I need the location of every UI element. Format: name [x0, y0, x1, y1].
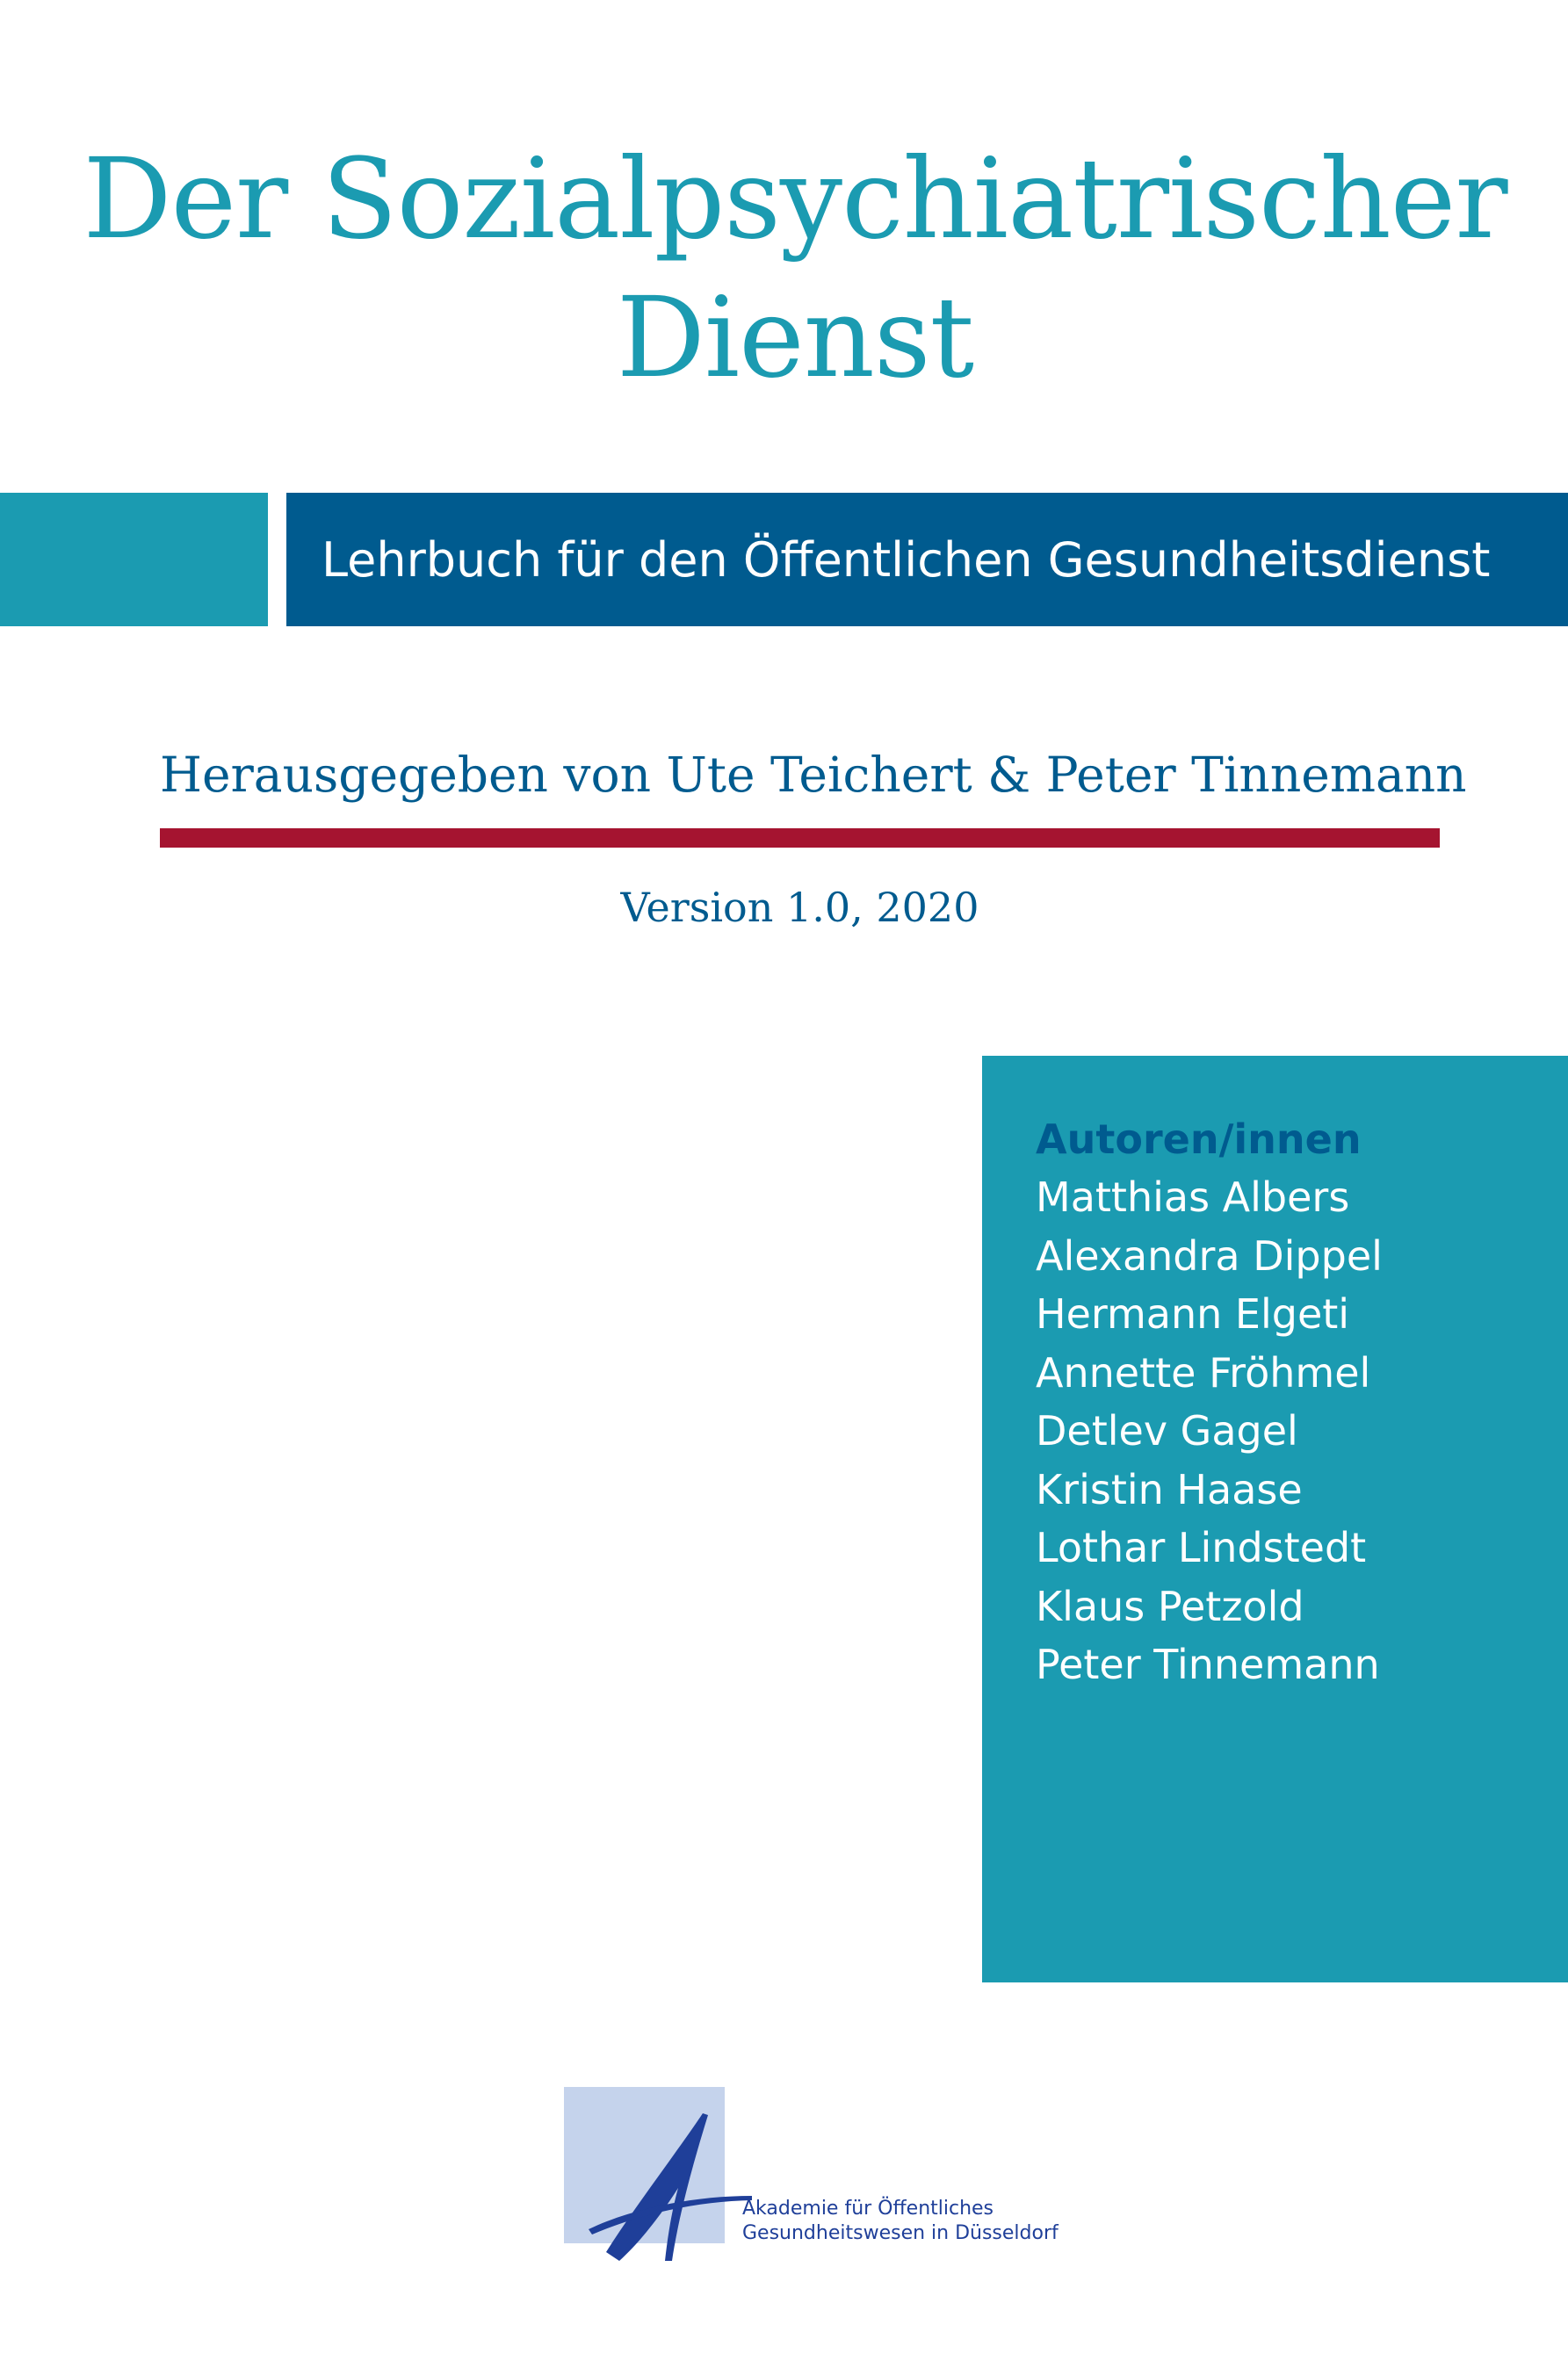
subtitle-band-accent [0, 493, 268, 626]
akademie-a-logo-icon [589, 2113, 752, 2261]
author-name: Klaus Petzold [1036, 1582, 1304, 1630]
author-name: Lothar Lindstedt [1036, 1524, 1367, 1571]
publisher-name-line-1: Akademie für Öffentliches [742, 2198, 994, 2220]
author-name: Kristin Haase [1036, 1465, 1303, 1513]
authors-panel: Autoren/innen Matthias Albers Alexandra … [982, 1056, 1568, 1982]
publisher-name: Akademie für Öffentliches Gesundheitswes… [742, 2197, 1059, 2246]
author-name: Annette Fröhmel [1036, 1348, 1371, 1397]
authors-heading: Autoren/innen [1036, 1116, 1362, 1163]
publisher-name-line-2: Gesundheitswesen in Düsseldorf [742, 2222, 1059, 2244]
author-name: Detlev Gagel [1036, 1407, 1298, 1455]
author-name: Hermann Elgeti [1036, 1290, 1350, 1338]
divider-rule [160, 828, 1440, 848]
author-name: Alexandra Dippel [1036, 1231, 1383, 1280]
version-line: Version 1.0, 2020 [620, 884, 979, 931]
author-name: Matthias Albers [1036, 1173, 1350, 1221]
author-name: Peter Tinnemann [1036, 1641, 1380, 1688]
book-title-line-2: Dienst [616, 273, 974, 402]
editors-line: Herausgegeben von Ute Teichert & Peter T… [160, 747, 1467, 803]
subtitle-band: Lehrbuch für den Öffentlichen Gesundheit… [286, 493, 1568, 626]
book-subtitle: Lehrbuch für den Öffentlichen Gesundheit… [322, 531, 1491, 588]
book-title: Der Sozialpsychiatrischer Dienst [0, 130, 1568, 408]
book-title-line-1: Der Sozialpsychiatrischer [83, 134, 1507, 264]
